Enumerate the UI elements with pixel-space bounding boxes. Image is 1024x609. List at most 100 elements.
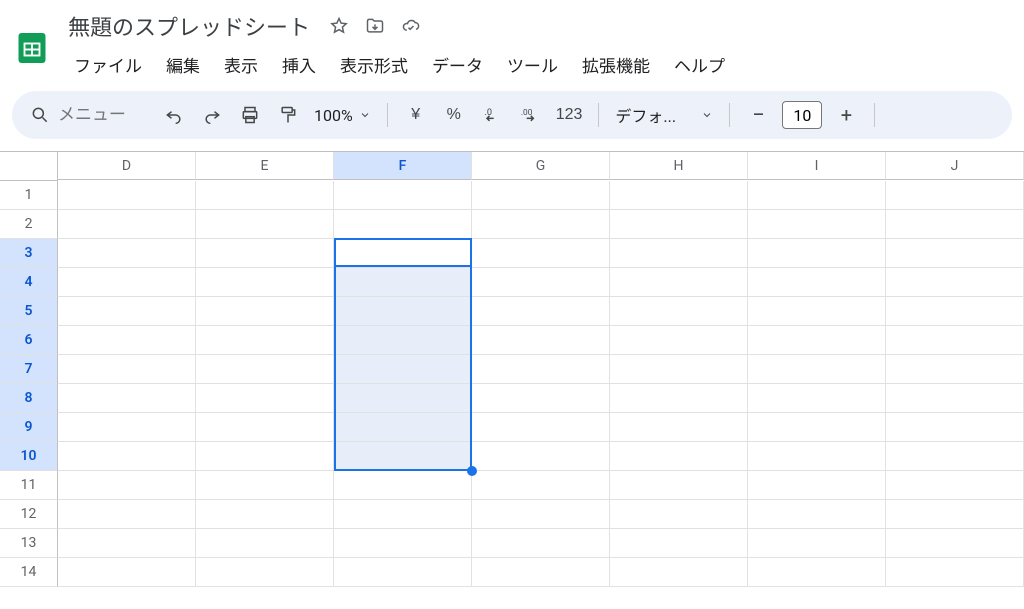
menu-tools[interactable]: ツール bbox=[497, 48, 568, 81]
cell[interactable] bbox=[472, 239, 610, 268]
move-folder-icon[interactable] bbox=[364, 15, 386, 37]
row-header[interactable]: 5 bbox=[0, 297, 58, 326]
cell[interactable] bbox=[196, 442, 334, 471]
cell[interactable] bbox=[610, 210, 748, 239]
menu-extensions[interactable]: 拡張機能 bbox=[572, 48, 660, 81]
column-header[interactable]: H bbox=[610, 152, 748, 180]
document-title[interactable]: 無題のスプレッドシート bbox=[64, 8, 314, 44]
cell[interactable] bbox=[748, 326, 886, 355]
selection-handle[interactable] bbox=[467, 466, 477, 476]
cell[interactable] bbox=[610, 326, 748, 355]
select-all-corner[interactable] bbox=[0, 152, 58, 181]
row-header[interactable]: 6 bbox=[0, 326, 58, 355]
cell[interactable] bbox=[886, 210, 1024, 239]
cell[interactable] bbox=[58, 210, 196, 239]
cell[interactable] bbox=[748, 239, 886, 268]
cell[interactable] bbox=[196, 500, 334, 529]
column-header[interactable]: D bbox=[58, 152, 196, 180]
cell[interactable] bbox=[58, 500, 196, 529]
cell[interactable] bbox=[610, 181, 748, 210]
cell[interactable] bbox=[610, 384, 748, 413]
menu-file[interactable]: ファイル bbox=[64, 48, 152, 81]
row-header[interactable]: 2 bbox=[0, 210, 58, 239]
cell[interactable] bbox=[748, 268, 886, 297]
cell[interactable] bbox=[472, 558, 610, 587]
cell[interactable] bbox=[748, 384, 886, 413]
cell[interactable] bbox=[472, 413, 610, 442]
print-button[interactable] bbox=[232, 97, 268, 133]
cell[interactable] bbox=[196, 239, 334, 268]
cell[interactable] bbox=[472, 181, 610, 210]
column-header[interactable]: G bbox=[472, 152, 610, 180]
cell[interactable] bbox=[748, 297, 886, 326]
cell[interactable] bbox=[196, 326, 334, 355]
row-header[interactable]: 7 bbox=[0, 355, 58, 384]
cell[interactable] bbox=[334, 268, 472, 297]
cell[interactable] bbox=[886, 529, 1024, 558]
percent-format-button[interactable]: % bbox=[436, 97, 472, 133]
cell[interactable] bbox=[58, 442, 196, 471]
cell[interactable] bbox=[334, 297, 472, 326]
menu-search[interactable] bbox=[22, 97, 154, 133]
font-family-dropdown[interactable]: デフォ... bbox=[609, 97, 719, 133]
menu-help[interactable]: ヘルプ bbox=[664, 48, 735, 81]
row-header[interactable]: 1 bbox=[0, 181, 58, 210]
zoom-dropdown[interactable]: 100% bbox=[308, 97, 377, 133]
cell[interactable] bbox=[196, 558, 334, 587]
menu-insert[interactable]: 挿入 bbox=[272, 48, 326, 81]
cell[interactable] bbox=[748, 529, 886, 558]
cell[interactable] bbox=[610, 239, 748, 268]
increase-decimal-button[interactable]: .00 bbox=[512, 97, 548, 133]
cell[interactable] bbox=[886, 181, 1024, 210]
cell[interactable] bbox=[334, 210, 472, 239]
cell[interactable] bbox=[472, 326, 610, 355]
cell[interactable] bbox=[610, 558, 748, 587]
cell[interactable] bbox=[610, 500, 748, 529]
cell[interactable] bbox=[886, 558, 1024, 587]
cell[interactable] bbox=[334, 471, 472, 500]
cell[interactable] bbox=[196, 210, 334, 239]
cell[interactable] bbox=[334, 500, 472, 529]
cell[interactable] bbox=[334, 239, 472, 268]
cell[interactable] bbox=[886, 384, 1024, 413]
row-header[interactable]: 10 bbox=[0, 442, 58, 471]
cell[interactable] bbox=[748, 558, 886, 587]
row-header[interactable]: 12 bbox=[0, 500, 58, 529]
decrease-decimal-button[interactable]: .0 bbox=[474, 97, 510, 133]
cell[interactable] bbox=[196, 355, 334, 384]
cell[interactable] bbox=[196, 471, 334, 500]
undo-button[interactable] bbox=[156, 97, 192, 133]
cell[interactable] bbox=[886, 471, 1024, 500]
cell[interactable] bbox=[472, 268, 610, 297]
row-header[interactable]: 13 bbox=[0, 529, 58, 558]
cell[interactable] bbox=[334, 384, 472, 413]
cell[interactable] bbox=[58, 268, 196, 297]
star-icon[interactable] bbox=[328, 15, 350, 37]
cell[interactable] bbox=[472, 297, 610, 326]
cloud-status-icon[interactable] bbox=[400, 15, 422, 37]
cell[interactable] bbox=[58, 326, 196, 355]
cell[interactable] bbox=[58, 239, 196, 268]
cell[interactable] bbox=[886, 355, 1024, 384]
column-header[interactable]: J bbox=[886, 152, 1024, 180]
cell[interactable] bbox=[886, 326, 1024, 355]
cell[interactable] bbox=[886, 500, 1024, 529]
cell[interactable] bbox=[334, 413, 472, 442]
row-header[interactable]: 9 bbox=[0, 413, 58, 442]
cell[interactable] bbox=[472, 384, 610, 413]
cell[interactable] bbox=[610, 268, 748, 297]
row-header[interactable]: 3 bbox=[0, 239, 58, 268]
cell[interactable] bbox=[610, 413, 748, 442]
cell[interactable] bbox=[886, 297, 1024, 326]
cell[interactable] bbox=[334, 529, 472, 558]
cell[interactable] bbox=[58, 529, 196, 558]
column-header[interactable]: E bbox=[196, 152, 334, 180]
cell[interactable] bbox=[472, 471, 610, 500]
cell[interactable] bbox=[610, 297, 748, 326]
row-header[interactable]: 4 bbox=[0, 268, 58, 297]
sheets-logo[interactable] bbox=[12, 28, 52, 68]
cell[interactable] bbox=[472, 529, 610, 558]
cell[interactable] bbox=[886, 268, 1024, 297]
cell[interactable] bbox=[58, 355, 196, 384]
column-header[interactable]: I bbox=[748, 152, 886, 180]
